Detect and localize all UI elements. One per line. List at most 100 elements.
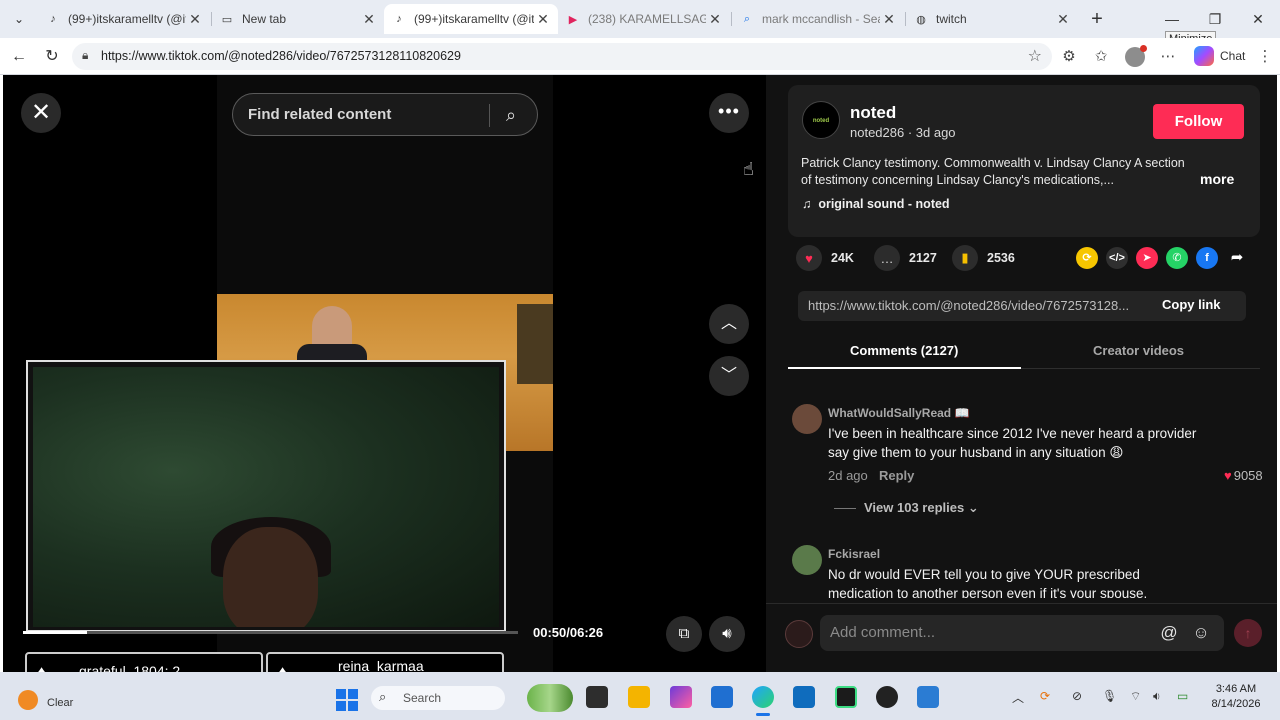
commenter-avatar[interactable] — [792, 404, 822, 434]
playback-time: 00:50/06:26 — [533, 625, 604, 640]
word-icon[interactable] — [917, 686, 939, 708]
tab-actions-menu-icon[interactable]: ⌄ — [8, 8, 30, 30]
reply-button[interactable]: Reply — [879, 468, 914, 483]
sidebar-menu-icon[interactable]: ⋮ — [1254, 46, 1276, 68]
author-name[interactable]: noted — [850, 103, 896, 123]
tab-1[interactable]: ♪ (99+)itskaramelltv (@its ✕ — [38, 4, 210, 34]
commenter-avatar[interactable] — [792, 545, 822, 575]
network-off-icon[interactable]: ⊘ — [1072, 689, 1082, 703]
app-icon[interactable] — [670, 686, 692, 708]
tab-2[interactable]: ▭ New tab ✕ — [212, 4, 384, 34]
file-explorer-icon[interactable] — [628, 686, 650, 708]
url-text: https://www.tiktok.com/@noted286/video/7… — [101, 49, 461, 63]
progress-bar[interactable] — [23, 631, 518, 634]
related-search-input[interactable]: Find related content ⌕ — [232, 93, 538, 136]
commenter-name[interactable]: Fckisrael — [828, 547, 880, 561]
close-icon[interactable]: ✕ — [360, 11, 378, 28]
share-arrow-icon[interactable]: ➦ — [1226, 247, 1248, 269]
tab-6[interactable]: ◍ twitch ✕ — [906, 4, 1078, 34]
tab-4[interactable]: ▶ (238) KARAMELLSAGIC ✕ — [558, 4, 730, 34]
save-button[interactable]: ▮ 2536 — [952, 245, 1015, 271]
post-comment-button[interactable]: ↑ — [1234, 619, 1262, 647]
tab-comments[interactable]: Comments (2127) — [850, 343, 958, 358]
close-icon[interactable]: ✕ — [186, 11, 204, 28]
restore-button[interactable]: ❐ — [1204, 8, 1226, 30]
tab-3-active[interactable]: ♪ (99+)itskaramelltv (@its ✕ — [384, 4, 558, 34]
floating-player-button[interactable]: ⧉ — [666, 616, 702, 652]
outlook-icon[interactable] — [793, 686, 815, 708]
weather-label[interactable]: Clear — [47, 697, 73, 709]
more-button[interactable]: more — [1200, 171, 1234, 187]
view-replies-button[interactable]: View 103 replies ⌄ — [834, 500, 979, 516]
minimize-button[interactable]: — — [1161, 8, 1183, 30]
tab-creator-videos[interactable]: Creator videos — [1093, 343, 1184, 358]
tab-5[interactable]: ⌕ mark mccandlish - Sear ✕ — [732, 4, 904, 34]
close-icon[interactable]: ✕ — [534, 11, 552, 28]
favorite-star-icon[interactable]: ☆ — [1028, 46, 1042, 66]
widget-image[interactable] — [527, 684, 573, 712]
send-to-friends-icon[interactable]: ➤ — [1136, 247, 1158, 269]
comment-age: 2d ago — [828, 468, 868, 483]
embed-icon[interactable]: </> — [1106, 247, 1128, 269]
comment-item: Fckisrael No dr would EVER tell you to g… — [788, 545, 1268, 605]
taskbar-search[interactable]: ⌕ Search — [371, 686, 505, 710]
own-avatar — [785, 620, 813, 648]
repost-icon[interactable]: ⟳ — [1076, 247, 1098, 269]
active-tab-indicator — [788, 367, 1021, 369]
emoji-icon[interactable]: ☺ — [1190, 622, 1212, 644]
comment-item: WhatWouldSallyRead 📖 I've been in health… — [788, 404, 1268, 516]
taskbar-clock[interactable]: 3:46 AM 8/14/2026 — [1208, 682, 1264, 712]
commenter-name[interactable]: WhatWouldSallyRead 📖 — [828, 406, 969, 420]
search-icon: ⌕ — [379, 689, 387, 704]
back-button[interactable]: ← — [8, 46, 30, 68]
search-icon[interactable]: ⌕ — [498, 102, 524, 128]
media-app-icon[interactable] — [876, 686, 898, 708]
follow-button[interactable]: Follow — [1153, 104, 1244, 139]
new-tab-button[interactable]: + — [1086, 8, 1108, 30]
more-menu-icon[interactable]: ⋯ — [1157, 46, 1179, 68]
refresh-button[interactable]: ↻ — [41, 46, 63, 68]
close-icon[interactable]: ✕ — [880, 11, 898, 28]
facebook-icon[interactable]: f — [1196, 247, 1218, 269]
author-avatar[interactable]: noted — [802, 101, 840, 139]
video-player[interactable]: ✕ Find related content ⌕ ••• ☝ ︿ ﹀ 00:50… — [3, 75, 766, 693]
next-video-button[interactable]: ﹀ — [709, 356, 749, 396]
sync-icon[interactable]: ⟳ — [1040, 689, 1050, 703]
volume-button[interactable]: 🔊︎ — [709, 616, 745, 652]
whatsapp-icon[interactable]: ✆ — [1166, 247, 1188, 269]
task-view-icon[interactable] — [586, 686, 608, 708]
volume-icon[interactable]: 🔉︎ — [1153, 689, 1161, 704]
stats-row: ♥ 24K … 2127 ▮ 2536 ⟳ </> ➤ ✆ f ➦ — [796, 245, 1266, 275]
store-icon[interactable] — [711, 686, 733, 708]
wifi-icon[interactable]: ⌔ — [1130, 689, 1141, 704]
profile-avatar[interactable] — [1125, 45, 1147, 67]
close-player-button[interactable]: ✕ — [21, 93, 61, 133]
previous-video-button[interactable]: ︿ — [709, 304, 749, 344]
battery-icon[interactable]: ▭ — [1177, 689, 1188, 703]
mention-icon[interactable]: @ — [1158, 622, 1180, 644]
comment-button[interactable]: … 2127 — [874, 245, 937, 271]
start-button[interactable] — [336, 689, 358, 711]
details-panel: noted noted noted286 · 3d ago Follow Pat… — [766, 75, 1277, 672]
show-hidden-icons-icon[interactable]: ︿ — [1012, 689, 1024, 706]
address-bar[interactable]: 🔒︎ https://www.tiktok.com/@noted286/vide… — [72, 43, 1052, 70]
weather-icon[interactable] — [18, 690, 38, 710]
microphone-icon[interactable]: 🎙︎ — [1102, 689, 1117, 703]
add-comment-input[interactable]: Add comment... @ ☺ — [820, 615, 1224, 651]
close-icon[interactable]: ✕ — [706, 11, 724, 28]
like-button[interactable]: ♥ 24K — [796, 245, 854, 271]
comment-like-button[interactable]: ♥ 9058 — [1224, 468, 1263, 483]
more-options-button[interactable]: ••• — [709, 93, 749, 133]
favorites-icon[interactable]: ✩ — [1090, 46, 1112, 68]
extensions-icon[interactable]: ⚙ — [1058, 46, 1080, 68]
chat-label[interactable]: Chat — [1220, 49, 1245, 63]
author-card: noted noted noted286 · 3d ago Follow Pat… — [788, 85, 1260, 237]
edge-icon[interactable] — [752, 686, 774, 716]
game-app-icon[interactable] — [835, 686, 857, 708]
music-info[interactable]: ♫ original sound - noted — [802, 197, 950, 211]
close-window-button[interactable]: ✕ — [1247, 8, 1269, 30]
copy-link-button[interactable]: Copy link — [1162, 297, 1221, 312]
taskbar: Clear ⌕ Search ︿ ⟳ ⊘ 🎙︎ ⌔ 🔉︎ ▭ 3:46 AM 8… — [0, 672, 1280, 720]
copilot-icon[interactable] — [1194, 46, 1214, 66]
close-icon[interactable]: ✕ — [1054, 11, 1072, 28]
